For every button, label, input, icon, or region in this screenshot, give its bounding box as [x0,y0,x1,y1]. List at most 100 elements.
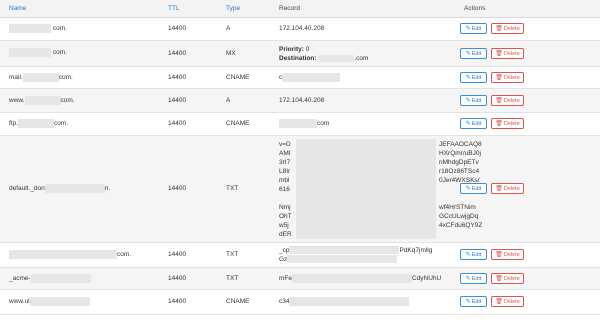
trash-icon: 🗑 [495,98,503,104]
name-suffix: com. [58,74,73,82]
delete-label: Delete [503,98,520,104]
record-ttl: 14400 [168,25,187,32]
edit-button[interactable]: ✎Edit [460,48,487,59]
record-name: www. com. [9,96,75,105]
record-type: A [226,25,231,32]
record-type: CNAME [226,120,250,127]
record-ttl: 14400 [168,50,187,57]
record-line: Nmj wf4HrSTNim [279,203,476,212]
name-prefix: www.ul [9,298,30,306]
pencil-icon: ✎ [465,252,471,258]
trash-icon: 🗑 [495,51,503,57]
record-fragment: HXrQmr/uBJ0j [439,150,481,157]
redacted-text [9,250,117,259]
table-header: Name TTL Type Record Actions [0,0,600,18]
table-row: www. com. 14400 A 172.104.40.208 ✎Edit 🗑D… [0,89,600,113]
table-row: www.ul 14400 CNAME c34 ✎Edit 🗑Delete [0,290,600,315]
name-suffix: com. [54,120,69,128]
destination-label: Destination: [279,55,317,62]
redacted-text [279,119,317,128]
record-fragment: wf4HrSTNim [439,204,476,211]
pencil-icon: ✎ [465,75,471,81]
table-row: mail. com. 14400 CNAME c ✎Edit 🗑Delete [0,67,600,89]
record-line: v=D JEFAAOCAQ8 [279,140,482,149]
record-line: dER [279,230,449,239]
record-fragment: 616 [279,186,290,193]
edit-button[interactable]: ✎Edit [460,23,487,34]
edit-button[interactable]: ✎Edit [460,118,487,129]
destination-suffix: .com [354,55,369,62]
name-prefix: mail. [9,74,23,82]
record-name: mail. com. [9,73,73,82]
edit-label: Edit [471,121,482,127]
record-value: 172.104.40.208 [279,25,325,32]
delete-button[interactable]: 🗑Delete [491,72,524,83]
record-type: MX [226,50,236,57]
delete-button[interactable]: 🗑Delete [491,118,524,129]
record-fragment: AMI [279,150,291,157]
delete-label: Delete [503,51,520,57]
redacted-text [24,96,61,105]
record-ttl: 14400 [168,251,187,258]
edit-button[interactable]: ✎Edit [460,273,487,284]
edit-button[interactable]: ✎Edit [460,183,487,194]
delete-button[interactable]: 🗑Delete [491,273,524,284]
record-ttl: 14400 [168,185,187,192]
delete-button[interactable]: 🗑Delete [491,296,524,307]
edit-label: Edit [471,51,482,57]
priority-label: Priority: [279,46,304,53]
edit-button[interactable]: ✎Edit [460,296,487,307]
record-ttl: 14400 [168,97,187,104]
trash-icon: 🗑 [495,121,503,127]
header-ttl[interactable]: TTL [168,5,180,12]
record-fragment: Gz [279,256,288,263]
record-line: OhT GCcULwjgDq [279,212,478,221]
redacted-text [282,73,341,82]
record-fragment: Nmj [279,204,291,211]
pencil-icon: ✎ [465,51,471,57]
name-suffix: com. [52,25,67,33]
redacted-text [44,184,105,193]
record-name: com. [9,48,67,57]
record-name: com. [9,250,131,259]
record-type: TXT [226,275,239,282]
record-name: _acme- [9,274,91,283]
header-type[interactable]: Type [226,5,240,12]
record-name: ftp. com. [9,119,68,128]
record-value: v=D JEFAAOCAQ8 AMI HXrQmr/uBJ0j 3rI7 nMhdgDpE… [279,140,482,239]
delete-button[interactable]: 🗑Delete [491,95,524,106]
record-fragment: _cp [279,247,290,254]
redacted-text [9,48,51,57]
redacted-text [22,73,59,82]
edit-label: Edit [471,252,482,258]
record-fragment: nMhdgDpETv [439,159,479,166]
delete-button[interactable]: 🗑Delete [491,23,524,34]
record-prefix: mFe [279,275,292,283]
delete-label: Delete [503,299,520,305]
delete-button[interactable]: 🗑Delete [491,183,524,194]
pencil-icon: ✎ [465,26,471,32]
record-fragment: r18Oz86TSc4 [439,168,480,175]
header-name[interactable]: Name [9,5,26,12]
record-value: c [279,73,341,82]
delete-button[interactable]: 🗑Delete [491,249,524,260]
header-actions: Actions [464,5,486,12]
edit-button[interactable]: ✎Edit [460,249,487,260]
redacted-text [318,54,355,62]
delete-button[interactable]: 🗑Delete [491,48,524,59]
record-name: default._don n. [9,184,110,193]
pencil-icon: ✎ [465,98,471,104]
edit-button[interactable]: ✎Edit [460,72,487,83]
edit-label: Edit [471,98,482,104]
edit-label: Edit [471,75,482,81]
redacted-text [9,24,51,33]
name-suffix: n. [104,185,111,193]
record-type: TXT [226,185,239,192]
record-line: w5j 4xCFdu6QY9Z [279,221,482,230]
record-ttl: 14400 [168,120,187,127]
edit-button[interactable]: ✎Edit [460,95,487,106]
pencil-icon: ✎ [465,186,471,192]
header-record: Record [279,5,300,12]
record-fragment: w5j [279,222,289,229]
record-fragment: GCcULwjgDq [439,213,479,220]
